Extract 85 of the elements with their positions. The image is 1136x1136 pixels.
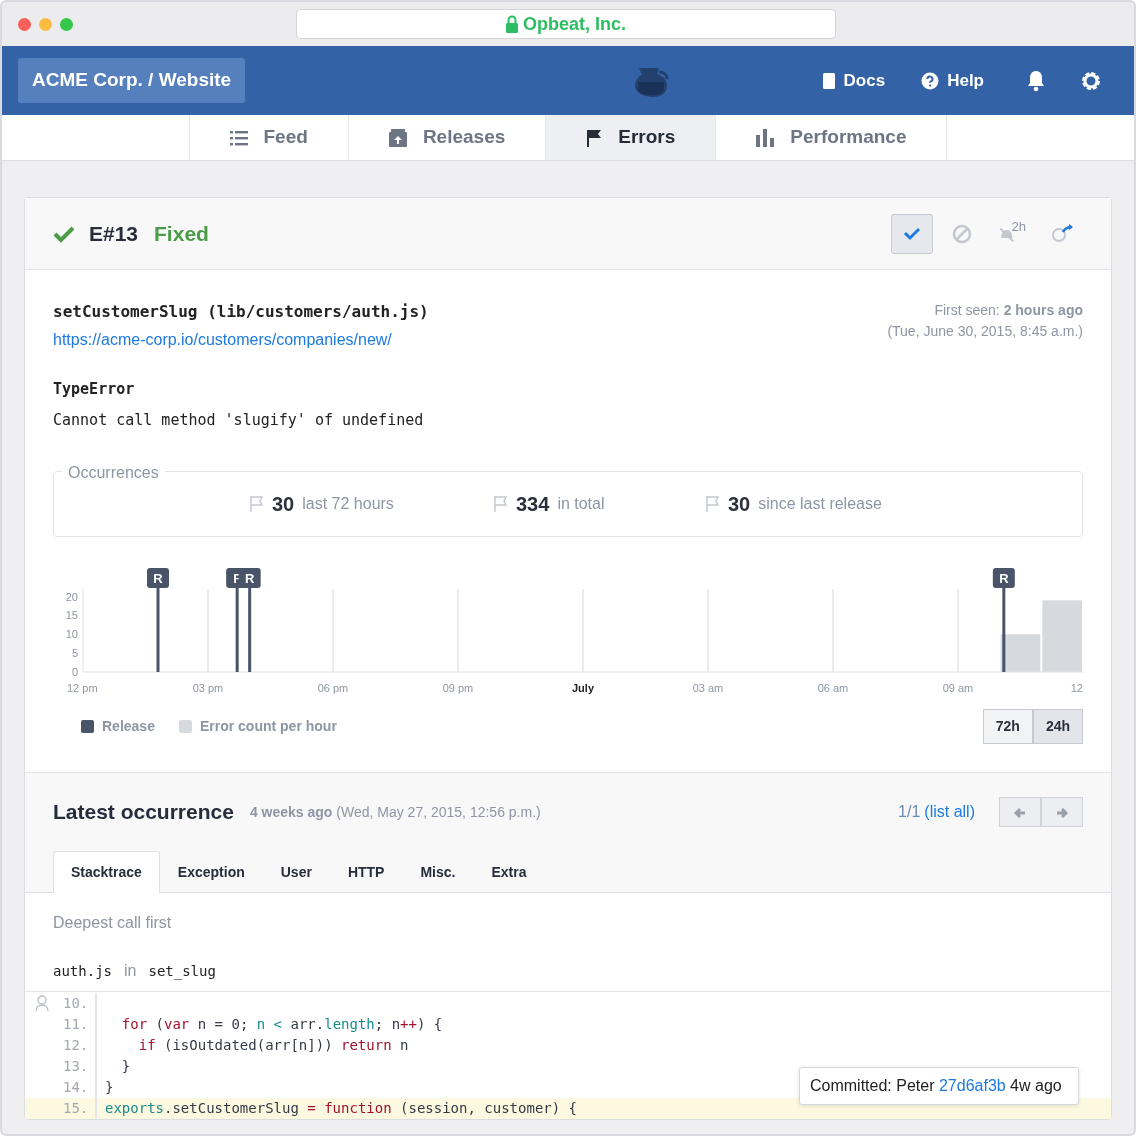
line-number: 13. — [63, 1058, 89, 1074]
frame-function: set_slug — [148, 961, 216, 982]
stat-value: 30 — [272, 492, 295, 517]
tab[interactable]: HTTP — [329, 851, 403, 893]
range-toggle[interactable]: 24h — [1032, 709, 1083, 744]
tab[interactable]: Extra — [473, 851, 545, 893]
axis-label: 12 — [1070, 682, 1083, 694]
axis-label: 09 pm — [442, 682, 474, 694]
first-seen-text: First seen: 2 hours ago — [933, 301, 1083, 320]
help-icon — [921, 71, 940, 90]
tab[interactable]: Stacktrace — [53, 851, 160, 893]
axis-label: 10 — [65, 628, 78, 641]
culprit-text: setCustomerSlug (lib/customers/auth.js) — [53, 301, 429, 323]
axis-label: 06 am — [817, 682, 849, 694]
flag-icon — [586, 128, 603, 147]
tooltip-text: Committed: Peter 27d6af3b 4w ago — [810, 1077, 1062, 1094]
code-line: } — [120, 1057, 131, 1076]
code-line: if (isOutdated(arr[n])) return n — [137, 1036, 409, 1055]
error-status: Fixed — [154, 220, 209, 247]
stat-label: last 72 hours — [302, 494, 394, 514]
header-link[interactable]: Docs — [815, 66, 892, 95]
axis-label: 15 — [65, 609, 78, 622]
bell-icon[interactable] — [1026, 69, 1046, 92]
legend-label: Release — [102, 717, 155, 736]
line-number: 12. — [63, 1037, 89, 1053]
axis-label: 5 — [71, 647, 78, 660]
flag-outline-icon — [494, 496, 508, 512]
stat-label: in total — [557, 494, 605, 514]
axis-label: 09 am — [942, 682, 974, 694]
flag-outline-icon — [706, 496, 720, 512]
next-button[interactable] — [1041, 797, 1083, 827]
avatar-icon — [35, 995, 49, 1011]
exception-type: TypeError — [53, 379, 136, 400]
frame-file: auth.js — [53, 961, 112, 981]
axis-label: 06 pm — [317, 682, 349, 694]
header-link[interactable]: Help — [915, 66, 990, 95]
tab[interactable]: User — [262, 851, 330, 893]
axis-label: 12 pm — [67, 682, 98, 694]
book-icon — [821, 71, 836, 90]
first-seen-date: (Tue, June 30, 2015, 8:45 a.m.) — [887, 322, 1083, 341]
axis-label: July — [572, 682, 594, 694]
nav-tab[interactable]: Errors — [545, 115, 716, 160]
close-dot[interactable] — [18, 17, 31, 31]
line-number: 14. — [63, 1079, 89, 1095]
axis-label: 0 — [71, 666, 78, 678]
line-number: 15. — [63, 1100, 89, 1116]
stat-value: 30 — [728, 492, 751, 517]
address-text: Opbeat, Inc. — [523, 12, 626, 36]
axis-label: 20 — [65, 590, 78, 603]
line-number: 11. — [63, 1016, 89, 1032]
stacktrace-note: Deepest call first — [53, 913, 173, 933]
project-switcher[interactable]: ACME Corp. / Website — [18, 58, 246, 103]
settings-icon[interactable] — [1080, 69, 1102, 92]
stat-label: since last release — [758, 494, 882, 514]
error-id: E#13 — [89, 220, 139, 247]
pager-count: 1/1 — [898, 802, 921, 822]
bar-chart-icon — [756, 128, 775, 147]
box-icon — [388, 128, 407, 147]
share-icon — [1051, 222, 1073, 245]
range-toggle[interactable]: 72h — [982, 709, 1033, 744]
zoom-dot[interactable] — [60, 17, 73, 31]
exception-message: Cannot call method 'slugify' of undefined — [53, 409, 425, 431]
stat-value: 334 — [516, 492, 550, 517]
code-line: } — [104, 1078, 114, 1097]
section-title: Latest occurrence — [53, 799, 234, 826]
code-line: exports.setCustomerSlug = function (session, customer) { — [104, 1099, 578, 1118]
axis-label: 03 pm — [192, 682, 224, 694]
occurrence-time: 4 weeks ago (Wed, May 27, 2015, 12:56 p.m.) — [249, 802, 541, 822]
flag-outline-icon — [250, 496, 264, 512]
frame-separator: in — [123, 961, 138, 981]
resolve-button[interactable] — [891, 213, 933, 254]
tab[interactable]: Misc. — [402, 851, 474, 893]
list-all-link[interactable]: (list all) — [924, 800, 975, 824]
tab[interactable]: Exception — [159, 851, 263, 893]
previous-button[interactable] — [999, 797, 1041, 827]
line-number: 10. — [63, 995, 89, 1011]
nav-tab[interactable]: Performance — [715, 115, 948, 160]
error-url-link[interactable]: https://acme-corp.io/customers/companies/new/ — [53, 328, 429, 352]
code-line: for (var n = 0; n < arr.length; n++) { — [120, 1015, 443, 1034]
block-icon — [951, 222, 973, 245]
minimize-dot[interactable] — [39, 17, 52, 31]
list-icon — [229, 129, 248, 146]
legend-label: Error count per hour — [199, 717, 337, 736]
commit-link[interactable]: 27d6af3b — [938, 1077, 1006, 1094]
axis-label: 03 am — [692, 682, 724, 694]
